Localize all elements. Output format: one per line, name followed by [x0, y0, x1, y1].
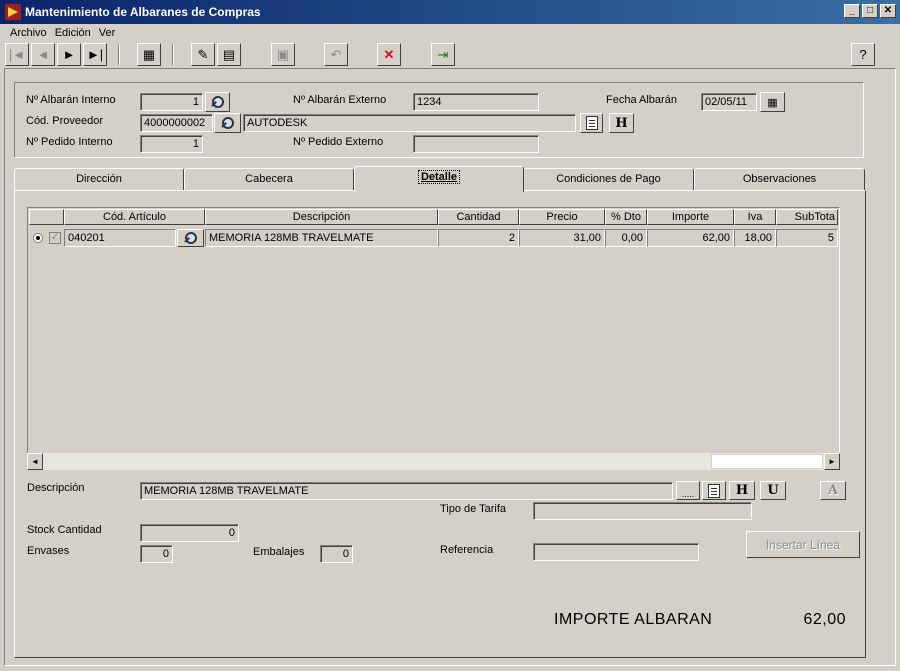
maximize-button[interactable]: □: [862, 4, 878, 18]
edit-record-icon[interactable]: ▤: [217, 43, 241, 66]
grid-header-codigo[interactable]: Cód. Artículo: [64, 209, 205, 225]
referencia-label: Referencia: [440, 544, 494, 556]
cell-iva[interactable]: 18,00: [734, 229, 776, 247]
scroll-right-button[interactable]: ►: [824, 453, 840, 470]
descripcion-u-button[interactable]: U: [760, 481, 786, 500]
envases-label: Envases: [27, 545, 70, 557]
fecha-albaran-field[interactable]: 02/05/11: [701, 93, 757, 111]
menu-bar: Archivo Edición Ver: [0, 24, 900, 42]
cell-cantidad[interactable]: 2: [438, 229, 519, 247]
albaran-interno-field[interactable]: 1: [140, 93, 203, 111]
search-icon: [211, 96, 224, 108]
cell-descripcion[interactable]: MEMORIA 128MB TRAVELMATE: [205, 229, 438, 247]
insertar-linea-button[interactable]: Insertar Línea: [746, 531, 860, 558]
pedido-interno-field[interactable]: 1: [140, 135, 203, 153]
tab-direccion[interactable]: Dirección: [14, 168, 184, 190]
tab-cabecera[interactable]: Cabecera: [184, 168, 354, 190]
albaran-externo-field[interactable]: 1234: [413, 93, 539, 111]
tipo-tarifa-label: Tipo de Tarifa: [440, 503, 507, 515]
search-icon: [184, 232, 197, 244]
previous-record-icon[interactable]: ◄: [31, 43, 55, 66]
descripcion-more-button[interactable]: .....: [676, 481, 700, 500]
cell-subtotal[interactable]: 5: [776, 229, 838, 247]
albaran-search-button[interactable]: [205, 92, 230, 112]
close-button[interactable]: ✕: [880, 4, 896, 18]
save-icon[interactable]: ▣: [271, 43, 295, 66]
first-record-icon[interactable]: |◄: [5, 43, 29, 66]
grid-header-selector: [29, 209, 64, 225]
descripcion-notes-button[interactable]: [702, 481, 726, 500]
cell-dto[interactable]: 0,00: [605, 229, 647, 247]
grid-header-iva[interactable]: Iva: [734, 209, 776, 225]
calendar-icon: ▦: [767, 96, 778, 109]
window-title: Mantenimiento de Albaranes de Compras: [25, 5, 261, 19]
descripcion-field[interactable]: MEMORIA 128MB TRAVELMATE: [140, 482, 673, 500]
menu-ver[interactable]: Ver: [95, 27, 120, 39]
last-record-icon[interactable]: ►|: [83, 43, 107, 66]
proveedor-search-button[interactable]: [214, 113, 241, 133]
proveedor-label: Cód. Proveedor: [26, 115, 104, 127]
descripcion-label: Descripción: [27, 482, 85, 494]
stock-label: Stock Cantidad: [27, 524, 102, 536]
albaran-interno-label: Nº Albarán Interno: [26, 94, 116, 106]
search-icon: [221, 117, 234, 129]
tab-detalle[interactable]: Detalle: [354, 166, 524, 192]
stock-field: 0: [140, 524, 239, 542]
help-icon[interactable]: ?: [851, 43, 875, 66]
proveedor-code-field[interactable]: 4000000002: [140, 114, 213, 132]
pedido-externo-label: Nº Pedido Externo: [293, 136, 384, 148]
pedido-interno-label: Nº Pedido Interno: [26, 136, 113, 148]
undo-icon[interactable]: ↶: [324, 43, 348, 66]
envases-field[interactable]: 0: [140, 545, 173, 563]
menu-edicion[interactable]: Edición: [51, 27, 95, 39]
grid-header-cantidad[interactable]: Cantidad: [438, 209, 519, 225]
tipo-tarifa-field[interactable]: [533, 502, 752, 520]
cell-precio[interactable]: 31,00: [519, 229, 605, 247]
grid-header-descripcion[interactable]: Descripción: [205, 209, 438, 225]
referencia-field[interactable]: [533, 543, 699, 561]
albaran-externo-label: Nº Albarán Externo: [293, 94, 387, 106]
next-record-icon[interactable]: ►: [57, 43, 81, 66]
title-bar: Mantenimiento de Albaranes de Compras _ …: [0, 0, 900, 24]
new-record-icon[interactable]: ✎: [191, 43, 215, 66]
app-icon: [5, 4, 21, 20]
grid-header-precio[interactable]: Precio: [519, 209, 605, 225]
exit-icon[interactable]: ⇥: [431, 43, 455, 66]
grid-header-subtotal[interactable]: SubTota: [776, 209, 838, 225]
embalajes-field[interactable]: 0: [320, 545, 353, 563]
grid-view-icon[interactable]: ▦: [137, 43, 161, 66]
clipboard-icon: [585, 116, 598, 130]
clipboard-icon: [708, 483, 720, 498]
row-selected-radio[interactable]: [33, 233, 43, 243]
descripcion-history-button[interactable]: H: [729, 481, 755, 500]
fecha-albaran-label: Fecha Albarán: [606, 94, 677, 106]
cell-codigo[interactable]: 040201: [64, 229, 176, 247]
embalajes-label: Embalajes: [253, 546, 305, 558]
minimize-button[interactable]: _: [844, 4, 860, 18]
proveedor-history-button[interactable]: H: [609, 113, 634, 133]
tab-observaciones[interactable]: Observaciones: [694, 168, 865, 190]
grid-header-dto[interactable]: % Dto: [605, 209, 647, 225]
importe-albaran-label: IMPORTE ALBARAN: [554, 611, 713, 628]
toolbar: |◄ ◄ ► ►| ▦ ✎ ▤ ▣ ↶ ✕ ⇥ ?: [0, 42, 900, 68]
menu-archivo[interactable]: Archivo: [6, 27, 51, 39]
row-checkbox[interactable]: ✓: [49, 232, 61, 244]
proveedor-notes-button[interactable]: [580, 113, 603, 133]
importe-albaran-value: 62,00: [803, 611, 846, 628]
pedido-externo-field[interactable]: [413, 135, 539, 153]
tab-condiciones-pago[interactable]: Condiciones de Pago: [523, 168, 694, 190]
delete-icon[interactable]: ✕: [377, 43, 401, 66]
cell-importe[interactable]: 62,00: [647, 229, 734, 247]
horizontal-scrollbar[interactable]: ◄ ►: [27, 453, 840, 470]
proveedor-name-field[interactable]: AUTODESK: [243, 114, 576, 132]
toolbar-separator: [118, 44, 120, 65]
descripcion-a-button[interactable]: A: [820, 481, 846, 500]
grid-header-importe[interactable]: Importe: [647, 209, 734, 225]
scroll-thumb[interactable]: [711, 454, 823, 469]
cell-search-button[interactable]: [177, 229, 204, 247]
calendar-button[interactable]: ▦: [760, 92, 785, 112]
scroll-left-button[interactable]: ◄: [27, 453, 43, 470]
toolbar-separator: [172, 44, 174, 65]
